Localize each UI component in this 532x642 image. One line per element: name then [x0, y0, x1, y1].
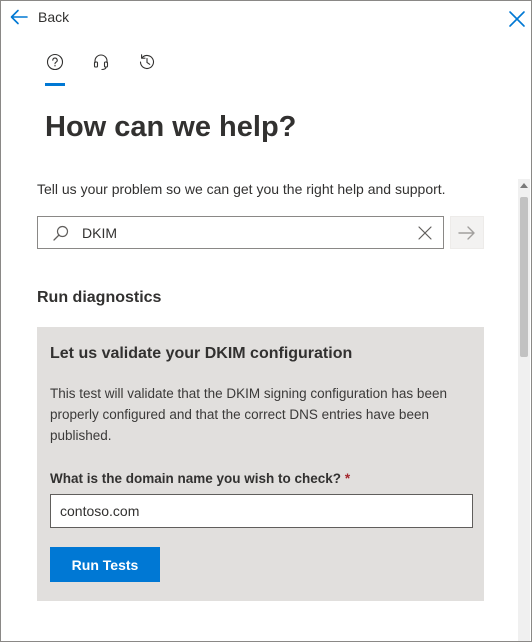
clear-icon[interactable]	[417, 225, 433, 241]
search-input[interactable]	[82, 221, 402, 245]
arrow-right-icon	[458, 225, 475, 240]
back-button[interactable]: Back	[9, 5, 69, 29]
domain-field-label: What is the domain name you wish to chec…	[50, 471, 350, 486]
help-circle-icon	[46, 53, 64, 71]
scroll-thumb[interactable]	[520, 197, 528, 357]
intro-text: Tell us your problem so we can get you t…	[37, 181, 446, 197]
section-title: Run diagnostics	[37, 289, 162, 306]
history-icon	[139, 54, 155, 70]
tab-contact-support[interactable]	[87, 49, 115, 87]
tab-help[interactable]	[41, 49, 69, 87]
help-tabs	[41, 49, 179, 87]
diagnostic-card: Let us validate your DKIM configuration …	[37, 327, 484, 601]
card-description: This test will validate that the DKIM si…	[50, 386, 447, 443]
vertical-scrollbar[interactable]	[518, 179, 530, 641]
tab-history[interactable]	[133, 49, 161, 87]
close-icon	[509, 11, 525, 27]
arrow-left-icon	[10, 9, 28, 25]
required-mark: *	[344, 471, 351, 486]
page-title: How can we help?	[45, 111, 297, 143]
run-tests-button[interactable]: Run Tests	[50, 547, 160, 582]
domain-field-label-text: What is the domain name you wish to chec…	[50, 471, 342, 486]
search-submit-button[interactable]	[450, 216, 484, 249]
card-title: Let us validate your DKIM configuration	[50, 345, 353, 362]
help-panel: Back How can we help? Tell us your probl…	[0, 0, 532, 642]
search-icon	[53, 225, 69, 241]
domain-input[interactable]	[50, 494, 473, 528]
scroll-up-icon[interactable]	[520, 183, 528, 188]
back-label: Back	[38, 9, 70, 25]
search-box	[37, 216, 444, 249]
close-button[interactable]	[507, 9, 527, 29]
headset-icon	[93, 54, 109, 71]
